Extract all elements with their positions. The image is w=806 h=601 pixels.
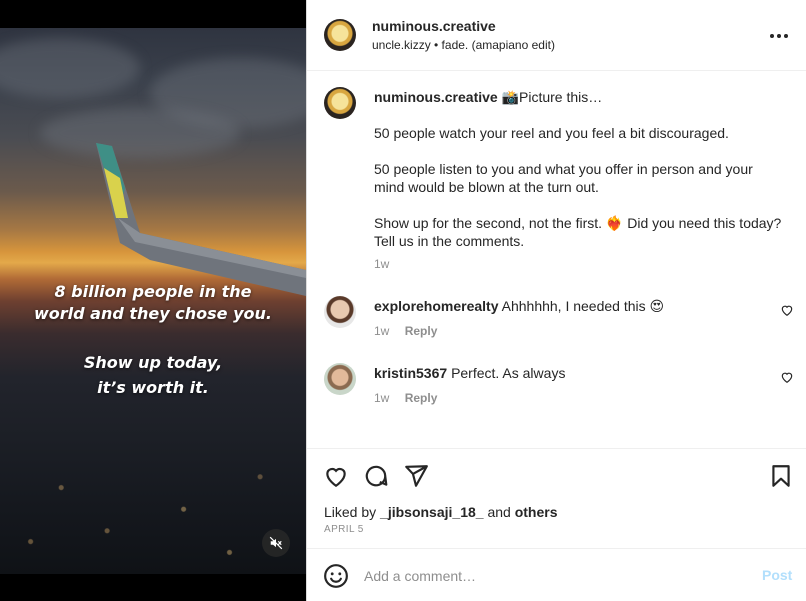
post-media[interactable]: 8 billion people in the world and they c… [0, 0, 306, 601]
audio-attribution[interactable]: uncle.kizzy • fade. (amapiano edit) [372, 38, 555, 52]
overlay-caption-top: 8 billion people in the world and they c… [0, 281, 306, 325]
comment-body: Ahhhhhh, I needed this 😍 [501, 298, 665, 314]
overlay-line: 8 billion people in the [54, 282, 252, 301]
share-paper-plane-icon[interactable] [403, 463, 429, 489]
caption-username[interactable]: numinous.creative [374, 89, 498, 105]
caption-paragraph: Show up for the second, not the first. ❤… [374, 215, 782, 249]
overlay-caption-bottom: Show up today, it’s worth it. [0, 350, 306, 400]
bookmark-icon[interactable] [768, 463, 794, 489]
comment-meta: 1w Reply [374, 324, 437, 338]
comment-text: kristin5367 Perfect. As always [374, 364, 764, 382]
post-header: numinous.creative uncle.kizzy • fade. (a… [307, 0, 806, 71]
comments-section[interactable]: numinous.creative 📸Picture this… 50 peop… [307, 71, 806, 448]
caption-paragraph: 50 people listen to you and what you off… [374, 161, 753, 195]
list-item: kristin5367 Perfect. As always 1w Reply [307, 362, 806, 422]
like-comment-heart-icon[interactable] [780, 370, 794, 384]
mute-button[interactable] [262, 529, 290, 557]
emoji-icon[interactable] [323, 563, 349, 589]
comment-meta: 1w Reply [374, 391, 437, 405]
post-date[interactable]: APRIL 5 [324, 524, 364, 535]
avatar[interactable] [324, 19, 356, 51]
post-details-panel: numinous.creative uncle.kizzy • fade. (a… [306, 0, 806, 601]
more-options-button[interactable] [767, 24, 791, 48]
more-horizontal-icon [770, 34, 788, 38]
comment-timestamp[interactable]: 1w [374, 324, 389, 338]
liked-by-and: and [483, 504, 515, 520]
like-comment-heart-icon[interactable] [780, 303, 794, 317]
speaker-muted-icon [269, 536, 283, 550]
list-item: explorehomerealty Ahhhhhh, I needed this… [307, 295, 806, 355]
avatar[interactable] [324, 296, 356, 328]
overlay-line: world and they chose you. [34, 304, 272, 323]
post-actions: Liked by _jibsonsaji_18_ and others APRI… [307, 448, 806, 548]
comment-body: Perfect. As always [451, 365, 566, 381]
overlay-line: Show up today, [83, 353, 223, 372]
comment-username[interactable]: kristin5367 [374, 365, 447, 381]
liked-by-others-link[interactable]: others [515, 504, 558, 520]
heart-icon[interactable] [323, 463, 349, 489]
comment-timestamp[interactable]: 1w [374, 391, 389, 405]
comment-text: explorehomerealty Ahhhhhh, I needed this… [374, 297, 764, 315]
reply-button[interactable]: Reply [405, 324, 438, 338]
caption-timestamp[interactable]: 1w [374, 257, 389, 271]
header-username[interactable]: numinous.creative [372, 18, 496, 34]
comment-icon[interactable] [363, 463, 389, 489]
avatar[interactable] [324, 363, 356, 395]
post-comment-button[interactable]: Post [762, 567, 792, 583]
reel-video-frame[interactable]: 8 billion people in the world and they c… [0, 28, 306, 574]
avatar[interactable] [324, 87, 356, 119]
overlay-line: it’s worth it. [97, 378, 209, 397]
comment-input[interactable] [364, 563, 744, 589]
post-caption: numinous.creative 📸Picture this… 50 peop… [374, 88, 784, 250]
comment-username[interactable]: explorehomerealty [374, 298, 499, 314]
add-comment-bar: Post [307, 548, 806, 601]
liked-by-line: Liked by _jibsonsaji_18_ and others [324, 504, 558, 520]
reply-button[interactable]: Reply [405, 391, 438, 405]
liked-by-prefix: Liked by [324, 504, 381, 520]
caption-paragraph: 50 people watch your reel and you feel a… [374, 125, 729, 141]
caption-line: 📸Picture this… [501, 89, 603, 105]
liked-by-username[interactable]: _jibsonsaji_18_ [380, 504, 484, 520]
